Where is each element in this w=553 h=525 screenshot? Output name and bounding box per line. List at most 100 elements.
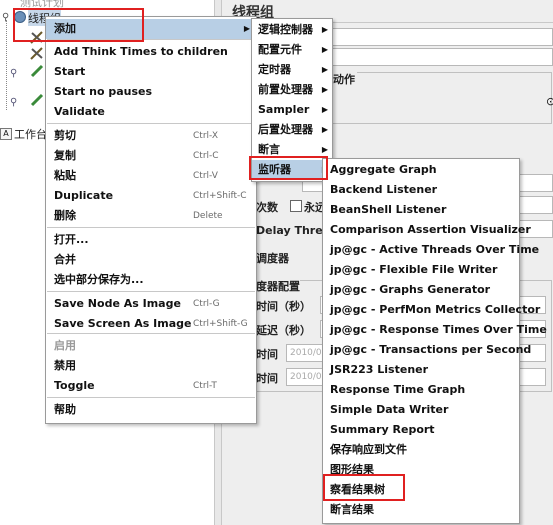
submenu-arrow-icon: ▶ <box>321 125 328 134</box>
menu-item-save-screen-as-image[interactable]: Save Screen As Image Ctrl+Shift-G <box>46 314 256 334</box>
add-submenu-item-item-1[interactable]: 配置元件 ▶ <box>252 40 332 60</box>
menu-item-label: Save Screen As Image <box>54 317 192 330</box>
add-submenu-item-item-0[interactable]: 逻辑控制器 ▶ <box>252 20 332 40</box>
menu-item-shortcut: Ctrl-T <box>193 381 217 391</box>
listener-item-jsr223-listener[interactable]: JSR223 Listener <box>323 360 519 380</box>
listener-submenu: Aggregate Graph Backend Listener BeanShell… <box>322 158 547 524</box>
menu-item-label: 前置处理器 <box>258 83 313 96</box>
menu-item-item-6[interactable]: 复制 Ctrl-C <box>46 146 256 166</box>
expand-toggle-icon[interactable]: ⚲ <box>10 68 17 79</box>
listener-item-beanshell-listener[interactable]: BeanShell Listener <box>323 200 519 220</box>
menu-item-start-no-pauses[interactable]: Start no pauses <box>46 82 256 102</box>
listener-item-jp-gc-response-times-over-time[interactable]: jp@gc - Response Times Over Time <box>323 320 547 340</box>
end-time-label: 时间 <box>256 372 278 385</box>
menu-item-label: 帮助 <box>54 403 76 416</box>
pencil-icon[interactable] <box>30 93 44 107</box>
listener-item-item-15[interactable]: 图形结果 <box>323 460 519 480</box>
tree-item-workbench[interactable]: 工作台 <box>14 126 47 142</box>
menu-item-item-10[interactable]: 打开... <box>46 230 256 250</box>
listener-item-item-16[interactable]: 察看结果树 <box>323 480 519 500</box>
radio-button[interactable]: ⊙ <box>546 95 553 108</box>
menu-item-label: 合并 <box>54 253 76 266</box>
menu-item-save-node-as-image[interactable]: Save Node As Image Ctrl-G <box>46 294 256 314</box>
start-time-label: 时间 <box>256 348 278 361</box>
menu-item-label: jp@gc - Active Threads Over Time <box>330 243 540 256</box>
element-icon[interactable] <box>30 30 43 44</box>
scheduler-config-label: 度器配置 <box>256 278 300 294</box>
menu-item-label: 定时器 <box>258 63 291 76</box>
menu-item-start[interactable]: Start <box>46 62 256 82</box>
menu-item-item-5[interactable]: 剪切 Ctrl-X <box>46 126 256 146</box>
add-submenu-item-item-5[interactable]: 后置处理器 ▶ <box>252 120 332 140</box>
menu-item-label: 察看结果树 <box>330 483 385 496</box>
menu-item-item-15[interactable]: 启用 <box>46 336 256 356</box>
menu-item-label: 剪切 <box>54 129 76 142</box>
listener-item-jp-gc-perfmon-metrics-collector[interactable]: jp@gc - PerfMon Metrics Collector <box>323 300 540 320</box>
menu-item-label: 图形结果 <box>330 463 374 476</box>
expand-toggle-icon[interactable]: ⚲ <box>10 97 17 108</box>
listener-item-summary-report[interactable]: Summary Report <box>323 420 519 440</box>
menu-item-label: Sampler <box>258 103 310 116</box>
tree-line <box>6 20 8 110</box>
menu-item-add-think-times-to-children[interactable]: Add Think Times to children <box>46 42 256 62</box>
menu-item-label: 禁用 <box>54 359 76 372</box>
menu-item-label: 添加 <box>54 22 76 35</box>
listener-item-jp-gc-flexible-file-writer[interactable]: jp@gc - Flexible File Writer <box>323 260 519 280</box>
submenu-arrow-icon: ▶ <box>321 65 328 74</box>
menu-item-label: Start no pauses <box>54 85 153 98</box>
menu-item-label: jp@gc - Graphs Generator <box>330 283 491 296</box>
menu-item-validate[interactable]: Validate <box>46 102 256 122</box>
menu-item-label: Validate <box>54 105 105 118</box>
pencil-icon[interactable] <box>30 64 44 78</box>
menu-item-item-16[interactable]: 禁用 <box>46 356 256 376</box>
add-submenu-item-item-6[interactable]: 断言 ▶ <box>252 140 332 160</box>
menu-separator <box>47 227 255 228</box>
add-submenu-item-sampler[interactable]: Sampler ▶ <box>252 100 332 120</box>
workbench-icon: A <box>0 128 12 140</box>
menu-item-label: 保存响应到文件 <box>330 443 407 456</box>
add-submenu-item-item-2[interactable]: 定时器 ▶ <box>252 60 332 80</box>
listener-item-comparison-assertion-visualizer[interactable]: Comparison Assertion Visualizer <box>323 220 531 240</box>
menu-item-item-7[interactable]: 粘贴 Ctrl-V <box>46 166 256 186</box>
menu-item-item-11[interactable]: 合并 <box>46 250 256 270</box>
menu-separator <box>47 291 255 292</box>
listener-item-response-time-graph[interactable]: Response Time Graph <box>323 380 519 400</box>
listener-item-simple-data-writer[interactable]: Simple Data Writer <box>323 400 519 420</box>
menu-item-label: 断言结果 <box>330 503 374 516</box>
forever-checkbox[interactable] <box>290 200 302 212</box>
menu-item-label: BeanShell Listener <box>330 203 447 216</box>
add-submenu-item-item-3[interactable]: 前置处理器 ▶ <box>252 80 332 100</box>
add-submenu: 逻辑控制器 ▶ 配置元件 ▶ 定时器 ▶ 前置处理器 ▶ Sampler ▶ 后置处理器 ▶ 断言 ▶ 监听… <box>251 18 333 182</box>
menu-item-label: Start <box>54 65 86 78</box>
menu-item-shortcut: Ctrl-C <box>193 151 219 161</box>
menu-separator <box>47 39 255 40</box>
element-icon[interactable] <box>30 46 43 60</box>
menu-item-label: 复制 <box>54 149 76 162</box>
menu-item-label: jp@gc - Response Times Over Time <box>330 323 547 336</box>
menu-item-item-9[interactable]: 删除 Delete <box>46 206 256 226</box>
menu-item-label: Summary Report <box>330 423 435 436</box>
add-submenu-item-item-7[interactable]: 监听器▶ <box>252 160 332 180</box>
submenu-arrow-icon: ▶ <box>321 25 328 34</box>
listener-item-item-17[interactable]: 断言结果 <box>323 500 519 520</box>
listener-item-jp-gc-active-threads-over-time[interactable]: jp@gc - Active Threads Over Time <box>323 240 539 260</box>
menu-item-item-0[interactable]: 添加 ▶ <box>46 19 256 39</box>
menu-item-label: Add Think Times to children <box>54 45 228 58</box>
menu-item-toggle[interactable]: Toggle Ctrl-T <box>46 376 256 396</box>
listener-item-jp-gc-graphs-generator[interactable]: jp@gc - Graphs Generator <box>323 280 519 300</box>
listener-item-item-14[interactable]: 保存响应到文件 <box>323 440 519 460</box>
menu-item-item-18[interactable]: 帮助 <box>46 400 256 420</box>
menu-item-shortcut: Ctrl+Shift-G <box>193 319 248 329</box>
menu-item-shortcut: Delete <box>193 211 223 221</box>
tree-item-test-plan[interactable]: 测试计划 <box>20 0 64 10</box>
menu-item-label: jp@gc - PerfMon Metrics Collector <box>330 303 541 316</box>
menu-item-shortcut: Ctrl-G <box>193 299 220 309</box>
menu-item-label: 断言 <box>258 143 280 156</box>
listener-item-jp-gc-transactions-per-second[interactable]: jp@gc - Transactions per Second <box>323 340 531 360</box>
menu-item-shortcut: Ctrl+Shift-C <box>193 191 247 201</box>
listener-item-aggregate-graph[interactable]: Aggregate Graph <box>323 160 519 180</box>
menu-item-label: Duplicate <box>54 189 114 202</box>
listener-item-backend-listener[interactable]: Backend Listener <box>323 180 519 200</box>
menu-item-item-12[interactable]: 选中部分保存为... <box>46 270 256 290</box>
menu-item-duplicate[interactable]: Duplicate Ctrl+Shift-C <box>46 186 256 206</box>
